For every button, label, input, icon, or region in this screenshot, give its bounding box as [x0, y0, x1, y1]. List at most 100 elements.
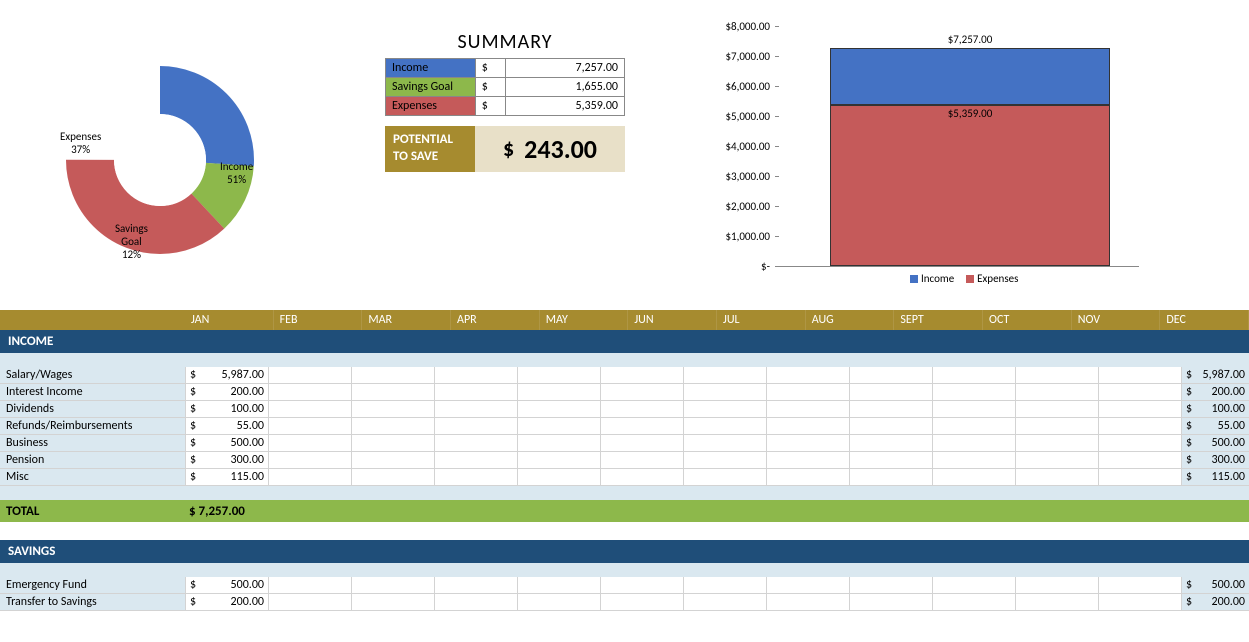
cell[interactable] [600, 367, 683, 383]
cell[interactable] [849, 452, 932, 468]
cell[interactable] [1015, 384, 1098, 400]
cell[interactable] [766, 469, 849, 485]
cell[interactable] [600, 401, 683, 417]
cell[interactable] [683, 435, 766, 451]
cell[interactable] [849, 577, 932, 593]
month-sept[interactable]: SEPT [894, 310, 983, 330]
cell[interactable] [1098, 469, 1181, 485]
cell[interactable] [517, 418, 600, 434]
cell[interactable] [766, 577, 849, 593]
cell[interactable] [932, 577, 1015, 593]
cell[interactable]: $100.00 [185, 401, 268, 417]
cell[interactable] [268, 577, 351, 593]
month-mar[interactable]: MAR [362, 310, 451, 330]
cell[interactable] [849, 401, 932, 417]
month-jul[interactable]: JUL [717, 310, 806, 330]
cell[interactable] [434, 384, 517, 400]
cell[interactable] [268, 594, 351, 610]
month-dec[interactable]: DEC [1160, 310, 1249, 330]
cell[interactable] [351, 452, 434, 468]
cell[interactable] [932, 401, 1015, 417]
cell[interactable] [1098, 452, 1181, 468]
cell[interactable] [849, 384, 932, 400]
cell[interactable] [1015, 469, 1098, 485]
cell[interactable] [683, 401, 766, 417]
month-feb[interactable]: FEB [274, 310, 363, 330]
cell[interactable] [268, 367, 351, 383]
cell[interactable]: $200.00 [185, 594, 268, 610]
cell[interactable] [932, 367, 1015, 383]
cell[interactable] [849, 469, 932, 485]
cell[interactable] [1015, 401, 1098, 417]
cell[interactable] [268, 435, 351, 451]
cell[interactable] [683, 418, 766, 434]
cell[interactable] [1098, 577, 1181, 593]
cell[interactable] [932, 384, 1015, 400]
cell[interactable] [683, 469, 766, 485]
cell[interactable] [351, 401, 434, 417]
cell[interactable] [351, 594, 434, 610]
cell[interactable] [766, 435, 849, 451]
cell[interactable] [434, 452, 517, 468]
cell[interactable] [517, 401, 600, 417]
cell[interactable] [683, 452, 766, 468]
cell[interactable] [268, 452, 351, 468]
cell[interactable] [600, 452, 683, 468]
cell[interactable] [766, 401, 849, 417]
cell[interactable] [932, 435, 1015, 451]
cell[interactable] [600, 435, 683, 451]
cell[interactable] [434, 594, 517, 610]
cell[interactable] [434, 469, 517, 485]
cell[interactable] [1015, 577, 1098, 593]
cell[interactable] [434, 577, 517, 593]
cell[interactable] [434, 418, 517, 434]
cell[interactable] [1015, 367, 1098, 383]
cell[interactable] [351, 418, 434, 434]
cell[interactable] [517, 384, 600, 400]
cell[interactable] [766, 384, 849, 400]
cell[interactable] [517, 577, 600, 593]
cell[interactable]: $55.00 [185, 418, 268, 434]
month-jan[interactable]: JAN [185, 310, 274, 330]
cell[interactable] [766, 594, 849, 610]
cell[interactable] [849, 367, 932, 383]
cell[interactable] [932, 418, 1015, 434]
cell[interactable] [932, 452, 1015, 468]
cell[interactable] [434, 435, 517, 451]
cell[interactable] [351, 435, 434, 451]
cell[interactable] [600, 418, 683, 434]
cell[interactable] [600, 469, 683, 485]
cell[interactable] [351, 469, 434, 485]
cell[interactable] [351, 384, 434, 400]
cell[interactable]: $115.00 [185, 469, 268, 485]
cell[interactable] [517, 469, 600, 485]
cell[interactable] [932, 594, 1015, 610]
cell[interactable] [1098, 401, 1181, 417]
cell[interactable] [1015, 435, 1098, 451]
cell[interactable]: $500.00 [185, 435, 268, 451]
month-aug[interactable]: AUG [806, 310, 895, 330]
cell[interactable] [683, 594, 766, 610]
cell[interactable] [600, 594, 683, 610]
cell[interactable] [351, 367, 434, 383]
cell[interactable] [1098, 418, 1181, 434]
cell[interactable]: $500.00 [185, 577, 268, 593]
cell[interactable] [849, 594, 932, 610]
cell[interactable] [1015, 418, 1098, 434]
cell[interactable] [1098, 367, 1181, 383]
cell[interactable] [683, 577, 766, 593]
cell[interactable] [932, 469, 1015, 485]
cell[interactable] [268, 418, 351, 434]
cell[interactable] [766, 367, 849, 383]
cell[interactable] [600, 577, 683, 593]
cell[interactable] [1015, 594, 1098, 610]
month-nov[interactable]: NOV [1072, 310, 1161, 330]
cell[interactable] [1098, 594, 1181, 610]
cell[interactable] [268, 469, 351, 485]
cell[interactable]: $5,987.00 [185, 367, 268, 383]
month-oct[interactable]: OCT [983, 310, 1072, 330]
cell[interactable] [766, 452, 849, 468]
cell[interactable] [434, 401, 517, 417]
cell[interactable] [766, 418, 849, 434]
cell[interactable] [517, 435, 600, 451]
